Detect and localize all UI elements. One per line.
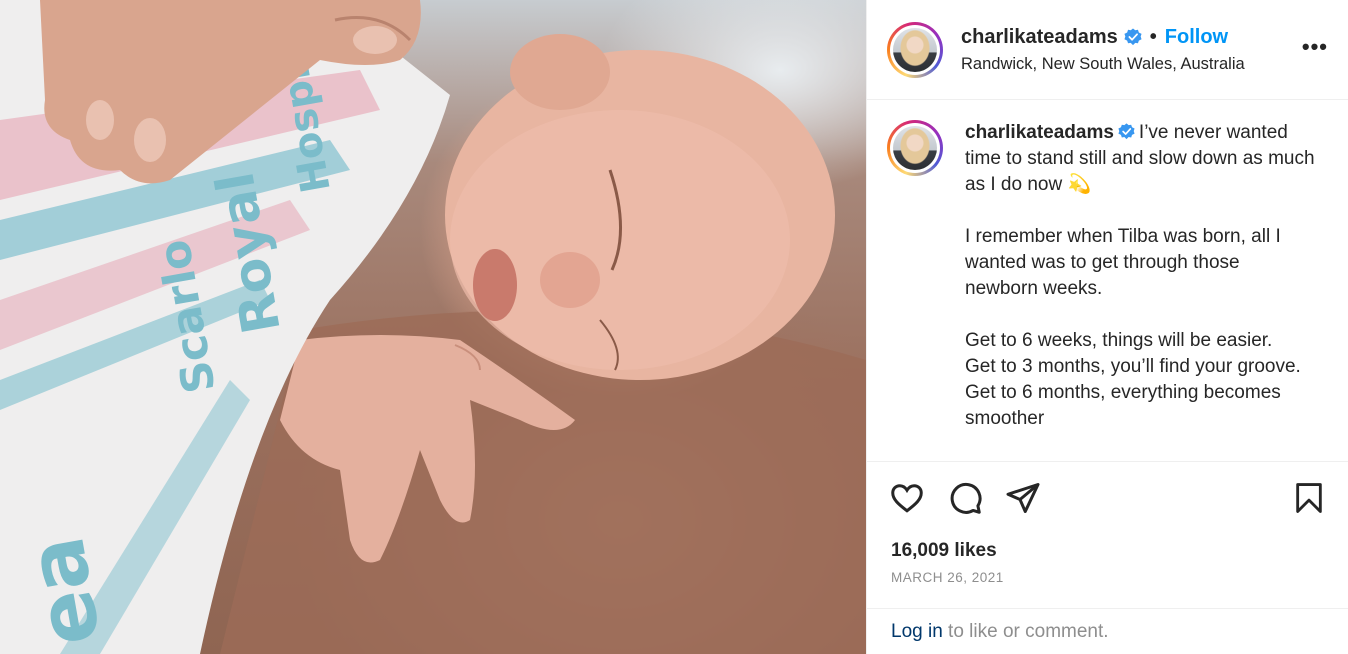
post-date[interactable]: MARCH 26, 2021 — [867, 570, 1348, 585]
location-link[interactable]: Randwick, New South Wales, Australia — [961, 55, 1245, 74]
bookmark-icon[interactable] — [1292, 480, 1326, 516]
blanket-text-4: ea — [8, 530, 118, 653]
profile-avatar[interactable] — [887, 21, 943, 78]
caption-body: I’ve never wanted time to stand still an… — [965, 122, 1315, 429]
caption-section: charlikateadams I’ve never wanted time to… — [867, 100, 1348, 462]
action-bar — [867, 462, 1348, 542]
follow-button[interactable]: Follow — [1165, 26, 1228, 49]
post-header: charlikateadams • Follow Randwick, New S… — [867, 0, 1348, 100]
newborn-photo-illustration: Hospital Scarlo Royal ea — [0, 0, 866, 654]
separator-dot: • — [1149, 25, 1157, 48]
caption-username[interactable]: charlikateadams — [965, 122, 1114, 143]
post-photo[interactable]: Hospital Scarlo Royal ea — [0, 0, 866, 654]
instagram-post: Hospital Scarlo Royal ea charlikateadams — [0, 0, 1348, 654]
login-prompt: Log in to like or comment. — [867, 608, 1348, 654]
post-side-panel: charlikateadams • Follow Randwick, New S… — [866, 0, 1348, 654]
comment-icon[interactable] — [947, 480, 983, 516]
login-prompt-text: to like or comment. — [942, 620, 1109, 642]
caption-text-block: charlikateadams I’ve never wanted time to… — [965, 120, 1315, 461]
login-link[interactable]: Log in — [891, 621, 943, 643]
caption-avatar[interactable] — [887, 120, 943, 176]
more-options-icon[interactable]: ••• — [1302, 36, 1328, 58]
heart-icon[interactable] — [889, 480, 925, 516]
likes-count[interactable]: 16,009 likes — [867, 540, 1348, 562]
verified-badge-icon — [1124, 28, 1142, 46]
username-link[interactable]: charlikateadams — [961, 26, 1118, 49]
paper-plane-icon[interactable] — [1005, 480, 1041, 516]
verified-badge-icon — [1118, 123, 1135, 140]
